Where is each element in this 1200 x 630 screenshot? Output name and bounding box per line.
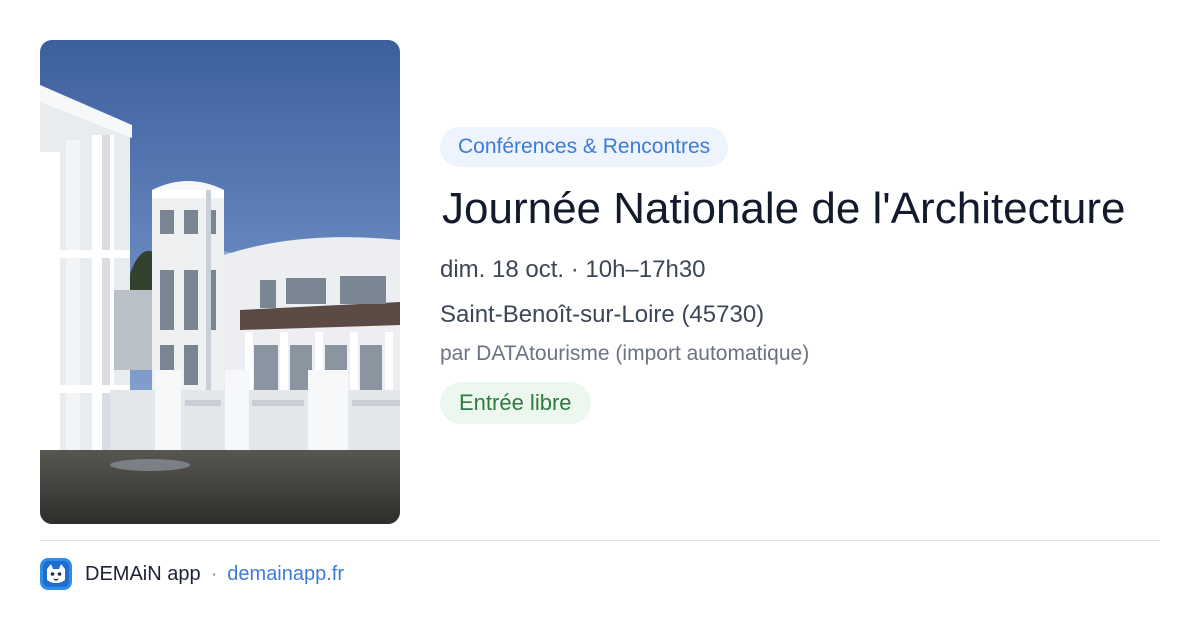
- event-location: Saint-Benoît-sur-Loire (45730): [440, 301, 765, 328]
- footer-separator: ·: [210, 562, 218, 585]
- footer: DEMAiN app · demainapp.fr: [40, 558, 344, 590]
- demain-logo-icon[interactable]: [40, 558, 72, 590]
- event-organizer: par DATAtourisme (import automatique): [440, 342, 810, 365]
- site-link[interactable]: demainapp.fr: [227, 563, 344, 586]
- event-title[interactable]: Journée Nationale de l'Architecture: [442, 183, 1180, 235]
- event-datetime: dim. 18 oct. · 10h–17h30: [440, 256, 706, 283]
- footer-divider: [40, 540, 1160, 541]
- event-photo: [40, 40, 400, 524]
- price-badge: Entrée libre: [440, 382, 591, 424]
- app-name: DEMAiN app: [85, 562, 201, 585]
- event-info: Conférences & Rencontres Journée Nationa…: [440, 127, 1180, 424]
- category-badge[interactable]: Conférences & Rencontres: [440, 127, 729, 167]
